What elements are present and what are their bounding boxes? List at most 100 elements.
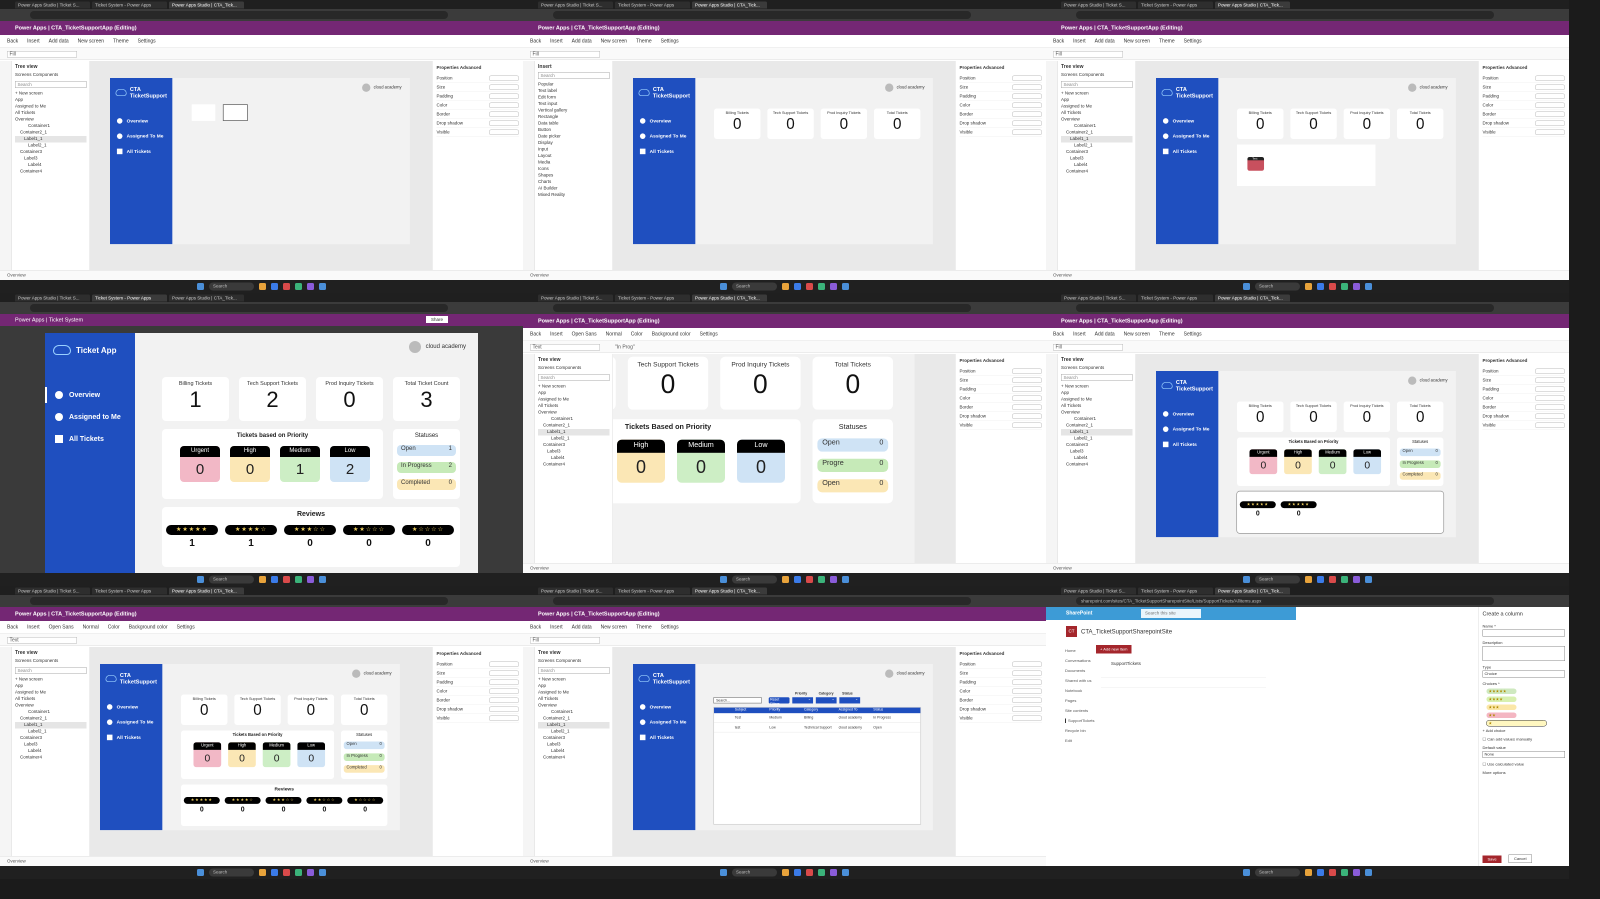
taskbar-app-icon[interactable]	[1329, 283, 1336, 290]
toolbar-insert[interactable]: Insert	[550, 625, 563, 631]
property-input[interactable]	[1535, 404, 1565, 410]
toolbar-background-color[interactable]: Background color	[129, 625, 168, 631]
nav-all-tickets[interactable]: All Tickets	[1162, 148, 1197, 155]
nav-assigned-to-me[interactable]: Assigned To Me	[106, 719, 153, 725]
property-input[interactable]	[1012, 368, 1042, 374]
property-input[interactable]	[1012, 120, 1042, 126]
toolbar-settings[interactable]: Settings	[661, 39, 679, 45]
search-input[interactable]: Search	[538, 72, 610, 79]
taskbar-search[interactable]: Search	[209, 868, 254, 877]
site-search[interactable]: Search this site	[1141, 609, 1201, 618]
site-nav-item[interactable]: Recycle bin	[1065, 729, 1086, 734]
toolbar-color[interactable]: Color	[631, 332, 643, 338]
taskbar-app-icon[interactable]	[1305, 283, 1312, 290]
taskbar-app-icon[interactable]	[782, 576, 789, 583]
browser-tab[interactable]: Power Apps Studio | CTA_Tick...	[692, 294, 767, 302]
property-input[interactable]	[1535, 386, 1565, 392]
nav-all-tickets[interactable]: All Tickets	[55, 435, 104, 443]
browser-tab[interactable]: Power Apps Studio | CTA_Tick...	[1215, 294, 1290, 302]
tree-tabs[interactable]: Screens Components	[538, 658, 610, 665]
taskbar-app-icon[interactable]	[782, 283, 789, 290]
user-profile[interactable]: cloud academy	[1407, 376, 1448, 385]
add-choice-link[interactable]: + Add choice	[1483, 729, 1566, 734]
browser-tab[interactable]: Power Apps Studio | CTA_Tick...	[169, 587, 244, 595]
url-input[interactable]	[30, 597, 448, 605]
property-input[interactable]	[489, 688, 519, 694]
default-value-dropdown[interactable]: None	[1482, 751, 1565, 758]
browser-tab[interactable]: Power Apps Studio | Ticket S...	[15, 1, 90, 9]
column-header[interactable]: Status	[873, 708, 908, 714]
list-row[interactable]	[1101, 677, 1266, 678]
property-input[interactable]	[489, 111, 519, 117]
formula-input[interactable]: "In Prog"	[615, 345, 635, 351]
property-input[interactable]	[1535, 93, 1565, 99]
tree-item[interactable]: Container4	[1061, 462, 1133, 469]
user-profile[interactable]: cloud academy	[1407, 83, 1448, 92]
site-nav-item[interactable]: SupportTickets	[1065, 718, 1095, 723]
tree-tabs[interactable]: Screens Components	[1061, 72, 1133, 79]
taskbar-app-icon[interactable]	[1317, 576, 1324, 583]
nav-overview[interactable]: Overview	[1162, 118, 1194, 124]
toolbar-new-screen[interactable]: New screen	[1124, 332, 1150, 338]
toolbar-open-sans[interactable]: Open Sans	[572, 332, 597, 338]
props-tabs[interactable]: Properties Advanced	[960, 651, 1043, 656]
toolbar-new-screen[interactable]: New screen	[601, 39, 627, 45]
property-input[interactable]	[1535, 413, 1565, 419]
nav-all-tickets[interactable]: All Tickets	[1162, 441, 1197, 448]
taskbar-app-icon[interactable]	[319, 283, 326, 290]
taskbar-app-icon[interactable]	[842, 283, 849, 290]
tree-tabs[interactable]: Screens Components	[15, 658, 87, 665]
taskbar-app-icon[interactable]	[271, 869, 278, 876]
taskbar-app-icon[interactable]	[830, 869, 837, 876]
property-input[interactable]	[489, 706, 519, 712]
table-row[interactable]: test Low Technical Support cloud academy Ope…	[714, 723, 921, 733]
props-tabs[interactable]: Properties Advanced	[1483, 358, 1566, 363]
browser-tab[interactable]: Power Apps Studio | Ticket S...	[1061, 587, 1136, 595]
taskbar-app-icon[interactable]	[1341, 869, 1348, 876]
taskbar-app-icon[interactable]	[1365, 576, 1372, 583]
toolbar-settings[interactable]: Settings	[661, 625, 679, 631]
browser-tab[interactable]: Power Apps Studio | CTA_Tick...	[169, 1, 244, 9]
windows-start-icon[interactable]	[197, 283, 204, 290]
props-tabs[interactable]: Properties Advanced	[960, 65, 1043, 70]
nav-assigned-to-me[interactable]: Assigned To Me	[639, 133, 686, 139]
selected-container[interactable]	[222, 104, 248, 121]
url-input[interactable]: sharepoint.com/sites/CTA_TicketSupportSh…	[1076, 597, 1494, 605]
toolbar-new-screen[interactable]: New screen	[78, 39, 104, 45]
browser-tab[interactable]: Ticket System - Power Apps	[1138, 587, 1213, 595]
column-header[interactable]: Assigned To	[839, 708, 874, 714]
taskbar-app-icon[interactable]	[283, 283, 290, 290]
taskbar-app-icon[interactable]	[806, 869, 813, 876]
site-nav-item[interactable]: Shared with us	[1065, 679, 1091, 684]
user-profile[interactable]: cloud academy	[408, 341, 466, 353]
property-input[interactable]	[1012, 670, 1042, 676]
toolbar-back[interactable]: Back	[530, 625, 541, 631]
toolbar-add-data[interactable]: Add data	[49, 39, 69, 45]
taskbar-app-icon[interactable]	[794, 576, 801, 583]
taskbar-app-icon[interactable]	[283, 869, 290, 876]
windows-start-icon[interactable]	[1243, 869, 1250, 876]
browser-tab[interactable]: Ticket System - Power Apps	[92, 294, 167, 302]
taskbar-app-icon[interactable]	[271, 576, 278, 583]
taskbar-app-icon[interactable]	[259, 283, 266, 290]
tree-item[interactable]: Container4	[538, 755, 610, 762]
property-input[interactable]	[1535, 368, 1565, 374]
toolbar-settings[interactable]: Settings	[700, 332, 718, 338]
choice-chip[interactable]: ★★★★★	[1486, 688, 1517, 694]
property-input[interactable]	[489, 697, 519, 703]
property-input[interactable]	[1012, 129, 1042, 135]
site-nav-item[interactable]: Edit	[1065, 739, 1072, 744]
property-input[interactable]	[489, 129, 519, 135]
filter-category-dropdown[interactable]: ⌄	[815, 697, 837, 704]
toolbar-theme[interactable]: Theme	[1159, 332, 1175, 338]
browser-tab[interactable]: Power Apps Studio | Ticket S...	[538, 294, 613, 302]
screen-name[interactable]: Overview	[1053, 273, 1072, 278]
taskbar-search[interactable]: Search	[732, 282, 777, 291]
windows-start-icon[interactable]	[197, 576, 204, 583]
nav-overview[interactable]: Overview	[639, 704, 671, 710]
tree-item[interactable]: Container4	[15, 755, 87, 762]
cancel-button[interactable]: Cancel	[1508, 854, 1532, 863]
property-dropdown[interactable]: Fill	[530, 637, 600, 644]
property-input[interactable]	[1012, 386, 1042, 392]
property-input[interactable]	[489, 102, 519, 108]
